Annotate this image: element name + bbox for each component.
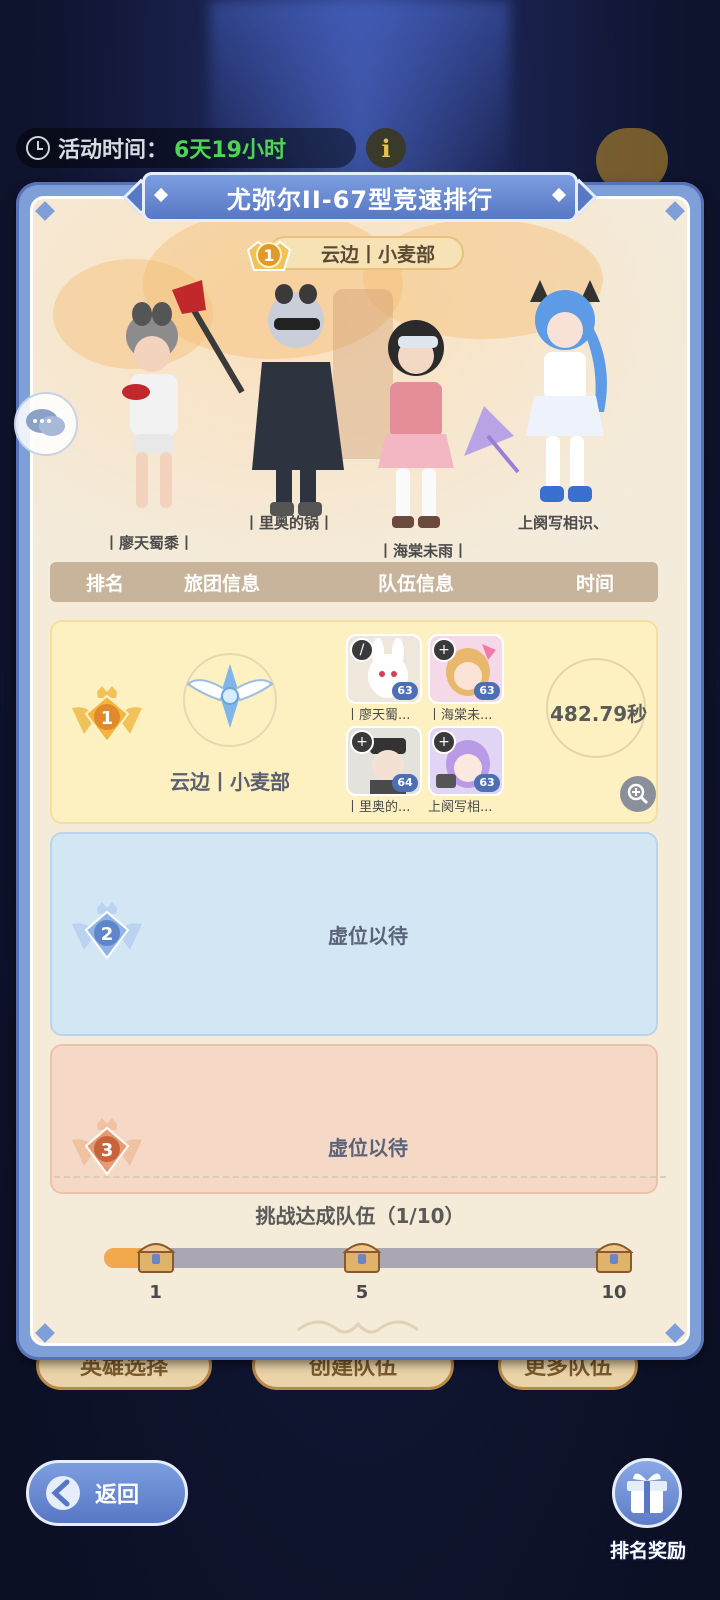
milestone-label: 1: [149, 1282, 162, 1303]
character-2[interactable]: [234, 280, 354, 520]
member-name: 上阕写相...: [428, 800, 493, 815]
reward-chest-icon[interactable]: [594, 1236, 634, 1276]
member-level: 63: [392, 682, 418, 700]
character-1-name: 丨廖天蜀黍丨: [104, 534, 195, 552]
zoom-in-button[interactable]: [620, 776, 656, 812]
team-member-avatar[interactable]: + 63: [428, 726, 504, 796]
character-4-name: 上阕写相识、: [518, 514, 609, 532]
character-3-name: 丨海棠未雨丨: [378, 542, 469, 560]
back-button[interactable]: 返回: [26, 1460, 188, 1526]
background-light-beam: [210, 0, 510, 200]
member-level: 64: [392, 774, 418, 792]
milestone-label: 5: [355, 1282, 369, 1303]
guild-emblem-icon: [183, 653, 277, 747]
member-level: 63: [474, 774, 500, 792]
table-row[interactable]: 1 云边丨小麦部 / 63 丨廖天蜀... + 63 丨海棠未... + 64 …: [50, 620, 658, 824]
activity-time-label: 活动时间：: [58, 138, 169, 163]
table-row[interactable]: 3 虚位以待: [50, 1044, 658, 1194]
back-label: 返回: [95, 1483, 140, 1508]
activity-time-bar: 活动时间： 6天19小时: [16, 128, 356, 168]
table-row[interactable]: 2 虚位以待: [50, 832, 658, 1036]
progress-title: 挑战达成队伍（1/10）: [255, 1204, 465, 1228]
guild-name: 云边丨小麦部: [170, 770, 290, 794]
header-guild: 旅团信息: [184, 572, 261, 595]
reward-chest-icon[interactable]: [342, 1236, 382, 1276]
rank-number: 2: [101, 924, 114, 945]
chat-icon: [26, 409, 65, 436]
champion-rank-number: 1: [263, 246, 274, 265]
role-icon: +: [350, 730, 374, 754]
member-level: 63: [474, 682, 500, 700]
activity-time-value: 6天19小时: [174, 138, 286, 163]
table-header: 排名 旅团信息 队伍信息 时间: [50, 562, 658, 602]
header-rank: 排名: [86, 572, 125, 595]
reward-chest-icon[interactable]: [136, 1236, 176, 1276]
rank-1-crown-icon: 1: [246, 240, 292, 271]
info-button[interactable]: i: [366, 128, 406, 168]
rank-1-medal-icon: 1: [72, 686, 142, 744]
milestone-label: 10: [601, 1282, 627, 1303]
divider: [54, 1176, 666, 1178]
member-name: 丨里奥的...: [346, 800, 411, 815]
vacant-placeholder: 虚位以待: [328, 924, 408, 948]
rank-reward-label: 排名奖励: [609, 1540, 686, 1562]
vacant-placeholder: 虚位以待: [328, 1136, 408, 1160]
magnifier-plus-icon: [627, 783, 649, 805]
role-icon: +: [432, 730, 456, 754]
team-member-avatar[interactable]: / 63: [346, 634, 422, 704]
gift-box-icon: [612, 1458, 682, 1528]
rank-number: 1: [101, 708, 114, 729]
rank-2-medal-icon: 2: [72, 902, 142, 960]
team-member-avatar[interactable]: + 63: [428, 634, 504, 704]
rank-reward-button[interactable]: 排名奖励: [598, 1454, 698, 1574]
character-3[interactable]: [358, 308, 468, 534]
panel-title: 尤弥尔II-67型竞速排行: [142, 172, 578, 222]
character-4[interactable]: [510, 272, 620, 516]
character-2-name: 丨里奥的锅丨: [244, 514, 335, 532]
clock-icon: [26, 136, 50, 160]
member-name: 丨廖天蜀...: [346, 708, 411, 723]
member-name: 丨海棠未...: [428, 708, 493, 723]
back-arrow-icon: [46, 1476, 80, 1510]
rank-number: 3: [101, 1140, 114, 1161]
header-time: 时间: [576, 572, 615, 595]
role-icon: /: [350, 638, 374, 662]
challenge-progress: 挑战达成队伍（1/10） 1 5 10: [30, 1176, 690, 1346]
ornament-icon: [297, 1320, 419, 1334]
role-icon: +: [432, 638, 456, 662]
team-member-avatar[interactable]: + 64: [346, 726, 422, 796]
header-team: 队伍信息: [378, 572, 455, 595]
champion-guild-tag: 云边丨小麦部: [268, 236, 464, 270]
chat-button[interactable]: [14, 392, 78, 456]
clear-time: 482.79秒: [550, 702, 648, 726]
rank-3-medal-icon: 3: [72, 1118, 142, 1176]
